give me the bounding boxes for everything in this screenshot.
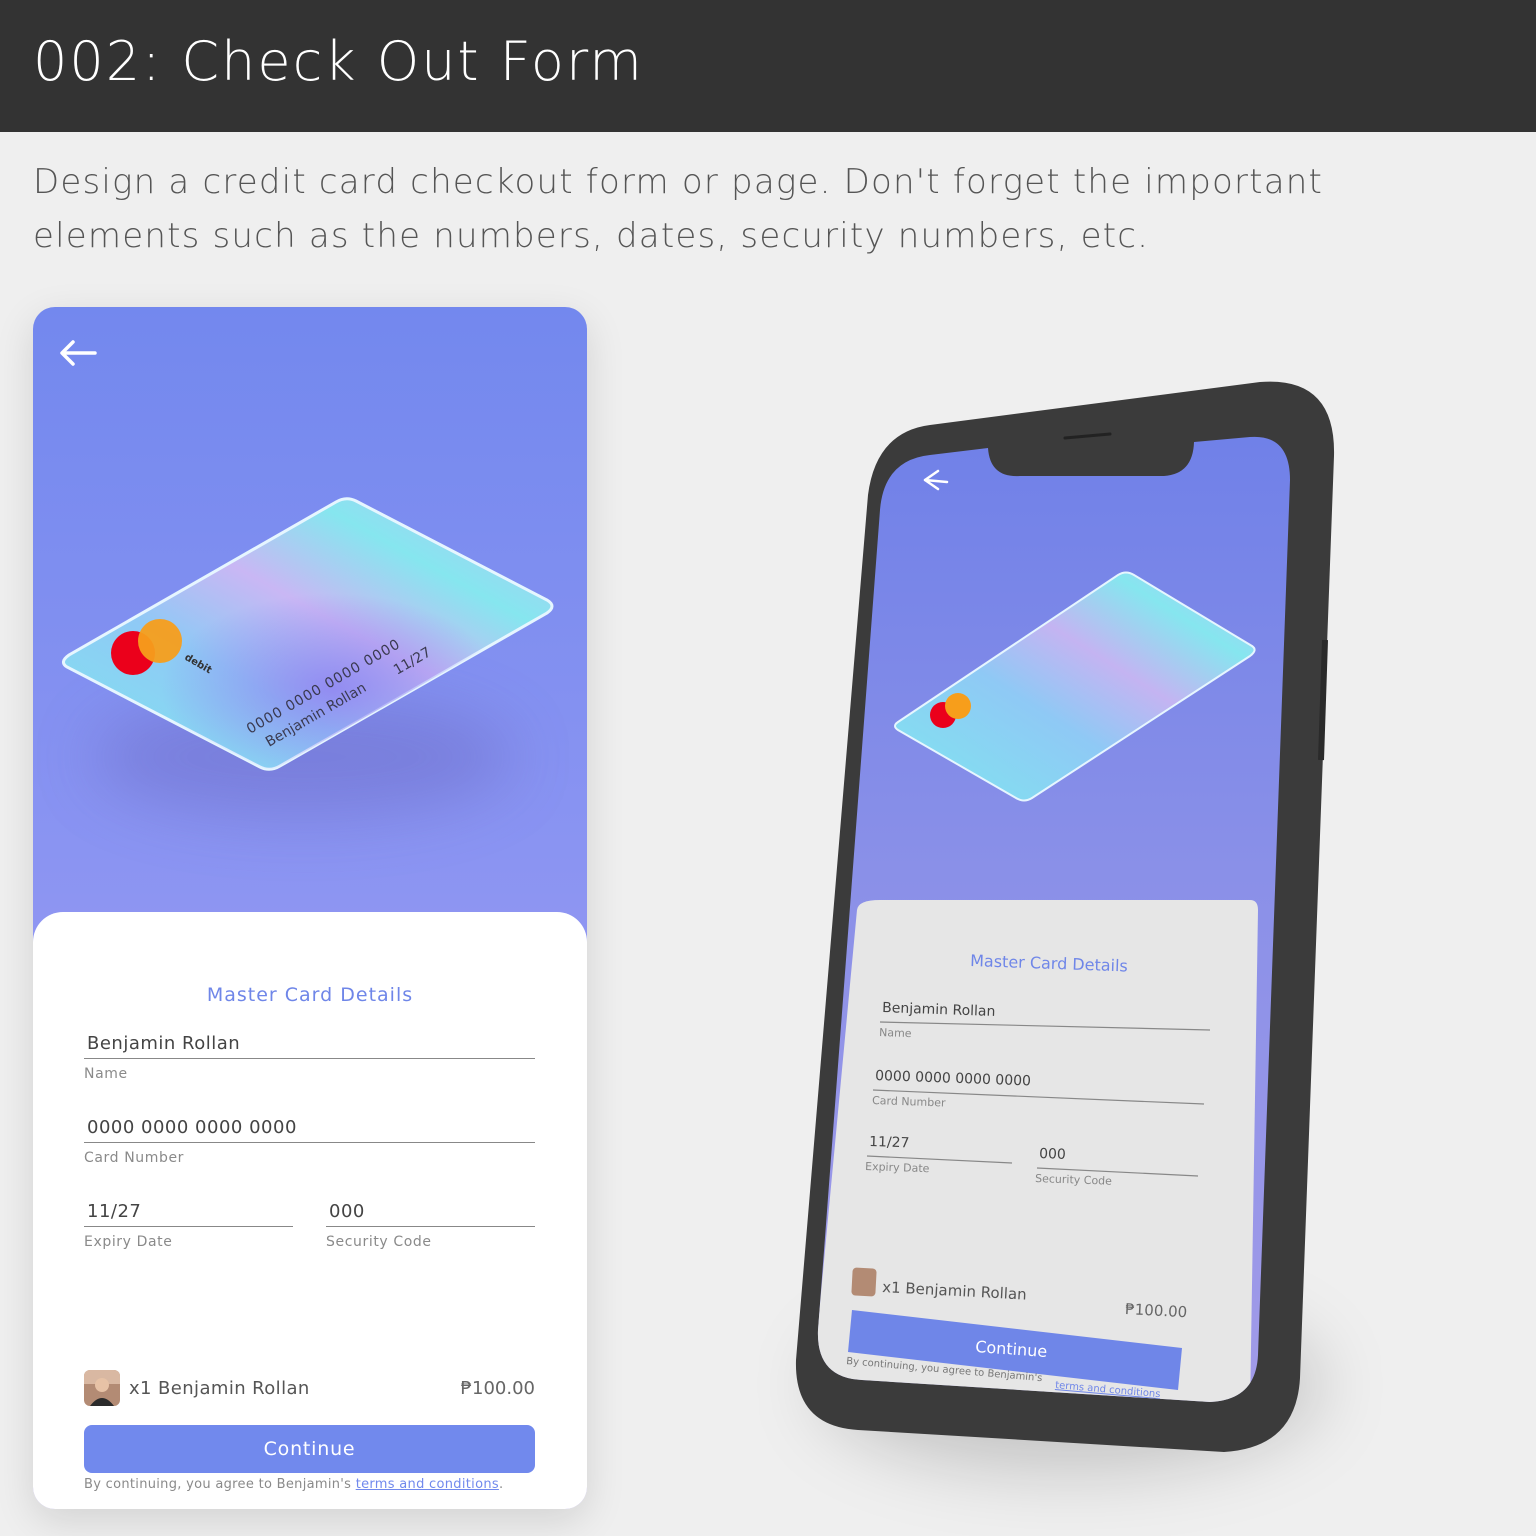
checkout-screen: debit 0000 0000 0000 0000 Benjamin Rolla… <box>33 307 587 1509</box>
back-arrow-icon[interactable] <box>57 337 99 369</box>
page-title: 002: Check Out Form <box>33 30 644 93</box>
continue-button[interactable]: Continue <box>84 1425 535 1473</box>
order-price: ₱100.00 <box>460 1378 535 1399</box>
terms-text: By continuing, you agree to Benjamin's t… <box>84 1477 554 1492</box>
svg-text:Name: Name <box>879 1026 912 1040</box>
svg-text:Expiry Date: Expiry Date <box>865 1160 930 1175</box>
terms-link[interactable]: terms and conditions <box>356 1477 499 1492</box>
security-input[interactable]: 000 <box>326 1201 535 1227</box>
sheet-title: Master Card Details <box>206 984 414 1006</box>
svg-text:₱100.00: ₱100.00 <box>1125 1300 1188 1321</box>
terms-suffix: . <box>498 1477 504 1492</box>
svg-text:Security Code: Security Code <box>1035 1172 1112 1188</box>
svg-text:11/27: 11/27 <box>869 1134 910 1151</box>
header-bar: 002: Check Out Form <box>0 0 1536 132</box>
card-number-field[interactable]: 0000 0000 0000 0000 Card Number <box>84 1117 535 1166</box>
svg-text:Card Number: Card Number <box>872 1094 946 1110</box>
security-label: Security Code <box>326 1234 432 1250</box>
expiry-label: Expiry Date <box>84 1234 173 1250</box>
brief-text: Design a credit card checkout form or pa… <box>33 155 1433 263</box>
card-number-input[interactable]: 0000 0000 0000 0000 <box>84 1117 535 1143</box>
credit-card-illustration: debit 0000 0000 0000 0000 Benjamin Rolla… <box>62 497 554 771</box>
order-summary: x1 Benjamin Rollan ₱100.00 <box>84 1370 535 1406</box>
svg-text:000: 000 <box>1039 1146 1066 1163</box>
brief-line-2: elements such as the numbers, dates, sec… <box>33 216 1150 256</box>
security-field[interactable]: 000 Security Code <box>326 1201 535 1250</box>
order-item: x1 Benjamin Rollan <box>129 1378 310 1399</box>
name-label: Name <box>84 1066 128 1082</box>
brief-line-1: Design a credit card checkout form or pa… <box>33 162 1324 202</box>
card-details-sheet: Master Card Details Benjamin Rollan Name… <box>33 912 587 1509</box>
name-input[interactable]: Benjamin Rollan <box>84 1033 535 1059</box>
name-field[interactable]: Benjamin Rollan Name <box>84 1033 535 1082</box>
mastercard-orange-circle <box>138 619 182 663</box>
expiry-field[interactable]: 11/27 Expiry Date <box>84 1201 293 1250</box>
card-number-label: Card Number <box>84 1150 185 1166</box>
phone-mockup: Master Card Details Benjamin Rollan Name… <box>795 381 1335 1452</box>
avatar <box>84 1370 120 1406</box>
expiry-input[interactable]: 11/27 <box>84 1201 293 1227</box>
terms-prefix: By continuing, you agree to Benjamin's <box>84 1477 356 1492</box>
